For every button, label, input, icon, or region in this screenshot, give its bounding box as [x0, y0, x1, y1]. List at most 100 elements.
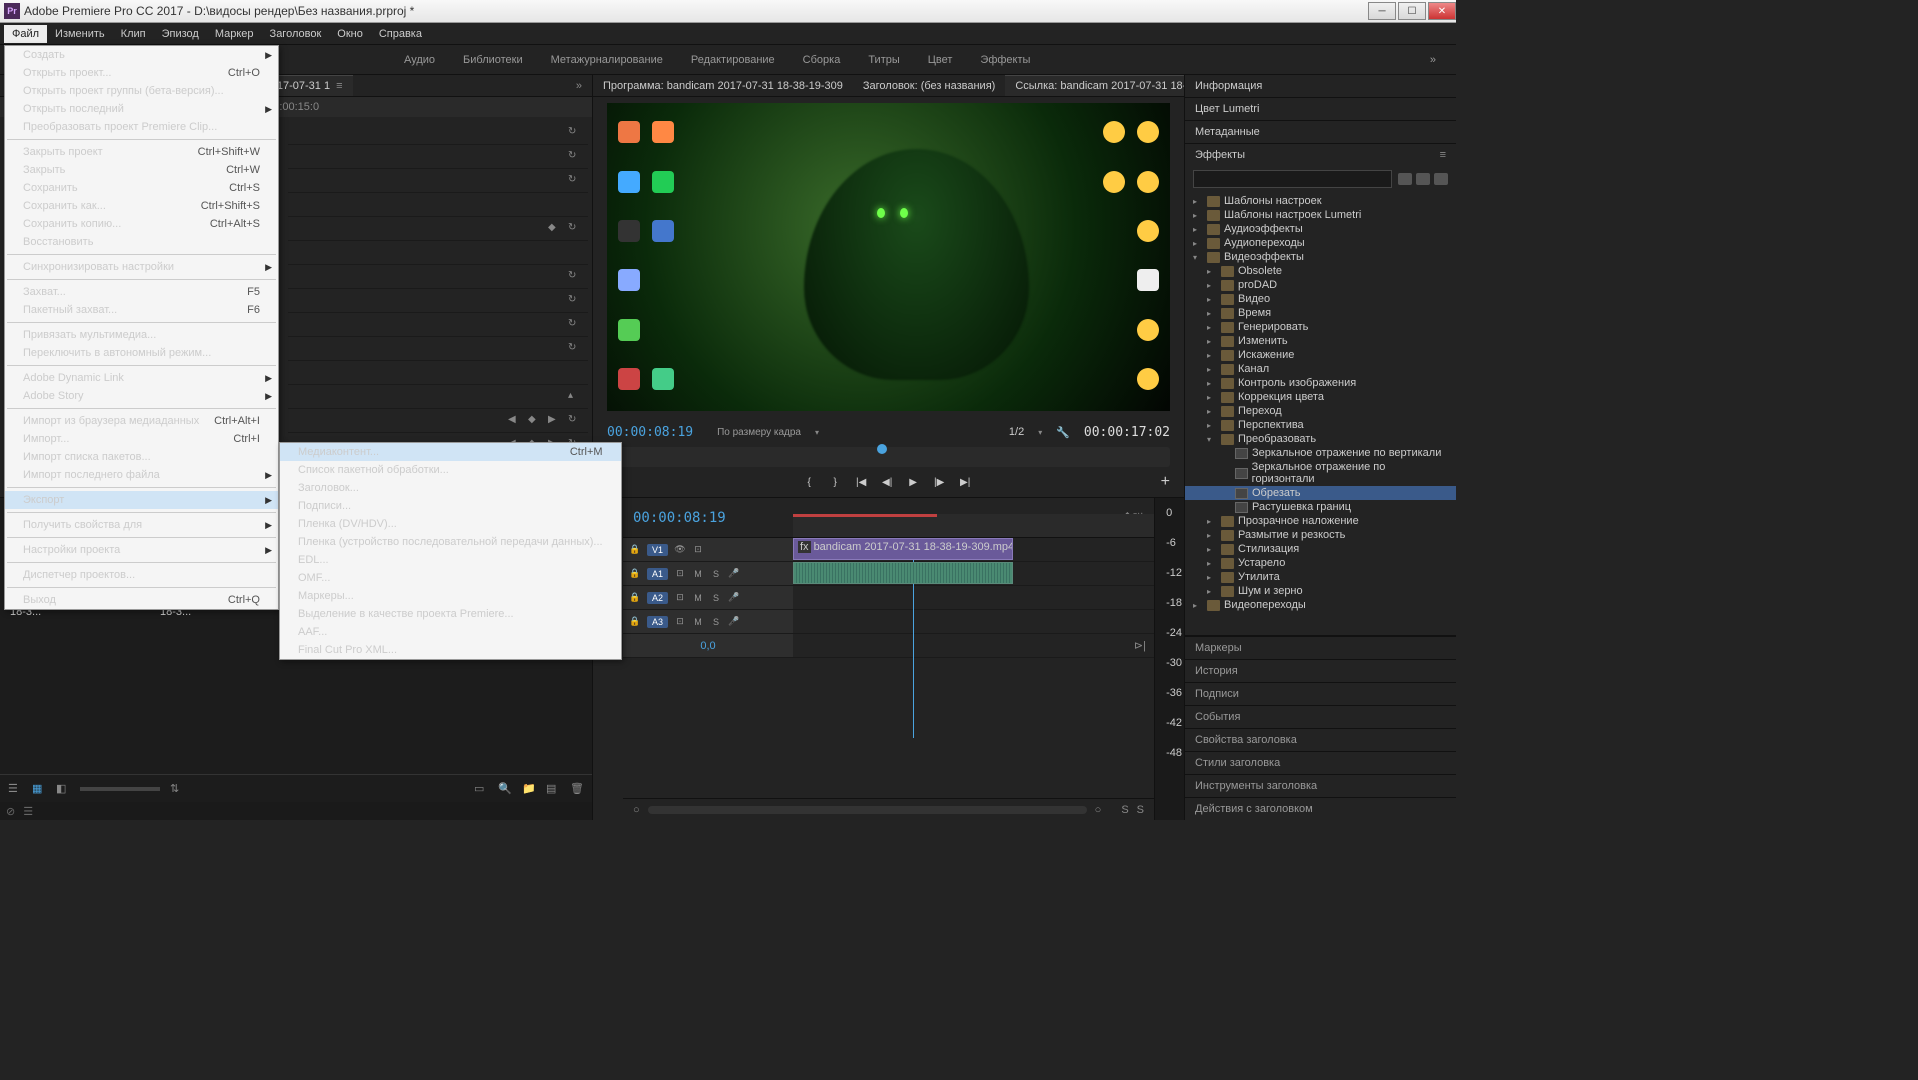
lock-icon[interactable]: 🔒 [629, 616, 641, 628]
effect-folder[interactable]: ▾Видеоэффекты [1185, 250, 1456, 264]
menu-edit[interactable]: Изменить [47, 25, 113, 43]
panel-tab[interactable]: Стили заголовка [1185, 751, 1456, 774]
effect-folder[interactable]: ▸Аудиопереходы [1185, 236, 1456, 250]
thumbnail-size-slider[interactable] [80, 787, 160, 791]
find-icon[interactable]: 🔍 [498, 782, 512, 796]
menu-item[interactable]: Открыть проект...Ctrl+O [5, 64, 278, 82]
effect-folder[interactable]: ▸Шаблоны настроек [1185, 194, 1456, 208]
workspace-metalogging[interactable]: Метажурналирование [537, 48, 677, 72]
step-forward-icon[interactable]: |▶ [931, 474, 947, 490]
effect-folder[interactable]: ▸Видео [1185, 292, 1456, 306]
tab-lumetri-color[interactable]: Цвет Lumetri [1185, 98, 1456, 120]
chevron-down-icon[interactable]: ▾ [815, 428, 819, 437]
list-view-icon[interactable]: ☰ [8, 782, 22, 796]
menu-item[interactable]: Открыть проект группы (бета-версия)... [5, 82, 278, 100]
workspace-overflow-icon[interactable]: » [1420, 54, 1446, 66]
menu-item[interactable]: Закрыть проектCtrl+Shift+W [5, 143, 278, 161]
tab-title[interactable]: Заголовок: (без названия) [853, 76, 1005, 96]
effect-folder[interactable]: ▸Искажение [1185, 348, 1456, 362]
fx-type-icon[interactable] [1398, 173, 1412, 185]
tab-effects[interactable]: Эффекты≡ [1185, 144, 1456, 166]
menu-item[interactable]: Открыть последний▶ [5, 100, 278, 118]
menu-item[interactable]: Получить свойства для▶ [5, 516, 278, 534]
new-item-icon[interactable]: ▤ [546, 782, 560, 796]
new-bin-icon[interactable]: 📁 [522, 782, 536, 796]
effect-folder[interactable]: ▸Время [1185, 306, 1456, 320]
current-timecode[interactable]: 00:00:08:19 [607, 425, 693, 440]
menu-title[interactable]: Заголовок [262, 25, 330, 43]
timeline-timecode[interactable]: 00:00:08:19 [633, 510, 726, 526]
fit-dropdown[interactable]: По размеру кадра [717, 427, 801, 438]
effect-folder[interactable]: ▸Коррекция цвета [1185, 390, 1456, 404]
workspace-audio[interactable]: Аудио [390, 48, 449, 72]
solo-button[interactable]: S [710, 568, 722, 580]
menu-window[interactable]: Окно [329, 25, 371, 43]
fx-type-icon[interactable] [1434, 173, 1448, 185]
menu-item[interactable]: Захват...F5 [5, 283, 278, 301]
effect-folder[interactable]: ▸Видеопереходы [1185, 598, 1456, 612]
effect-item[interactable]: Обрезать [1185, 486, 1456, 500]
zoom-out-icon[interactable]: ○ [633, 804, 640, 816]
loop-icon[interactable]: ↻ [568, 318, 582, 332]
menu-item[interactable]: СохранитьCtrl+S [5, 179, 278, 197]
track-header-a3[interactable]: 🔒 A3 ⊡ M S 🎤 [623, 610, 793, 634]
panel-tab[interactable]: Подписи [1185, 682, 1456, 705]
delete-icon[interactable]: 🗑 [570, 782, 584, 796]
menu-item[interactable]: Импорт списка пакетов... [5, 448, 278, 466]
tab-metadata[interactable]: Метаданные [1185, 121, 1456, 143]
menu-item[interactable]: Синхронизировать настройки▶ [5, 258, 278, 276]
loop-icon[interactable]: ↻ [568, 270, 582, 284]
mute-button[interactable]: M [692, 592, 704, 604]
menu-item[interactable]: Настройки проекта▶ [5, 541, 278, 559]
tab-program[interactable]: Программа: bandicam 2017-07-31 18-38-19-… [593, 76, 853, 96]
menu-marker[interactable]: Маркер [207, 25, 262, 43]
zoom-level[interactable]: 1/2 [1009, 426, 1024, 438]
sync-lock-icon[interactable]: ⊡ [674, 592, 686, 604]
effect-folder[interactable]: ▸Контроль изображения [1185, 376, 1456, 390]
effect-folder[interactable]: ▸Канал [1185, 362, 1456, 376]
mute-button[interactable]: M [692, 616, 704, 628]
effect-item[interactable]: Зеркальное отражение по вертикали [1185, 446, 1456, 460]
workspace-editing[interactable]: Редактирование [677, 48, 789, 72]
panel-tab[interactable]: Инструменты заголовка [1185, 774, 1456, 797]
effect-folder[interactable]: ▸Шаблоны настроек Lumetri [1185, 208, 1456, 222]
mic-icon[interactable]: 🎤 [728, 568, 740, 580]
loop-icon[interactable]: ↻ [568, 294, 582, 308]
workspace-libraries[interactable]: Библиотеки [449, 48, 537, 72]
audio-clip[interactable] [793, 562, 1013, 584]
fx-type-icon[interactable] [1416, 173, 1430, 185]
menu-item[interactable]: Сохранить как...Ctrl+Shift+S [5, 197, 278, 215]
mark-out-icon[interactable]: } [827, 474, 843, 490]
tab-info[interactable]: Информация [1185, 75, 1456, 97]
freeform-view-icon[interactable]: ◧ [56, 782, 70, 796]
loop-icon[interactable]: ↻ [568, 342, 582, 356]
loop-icon[interactable]: ↻ [568, 126, 582, 140]
effect-folder[interactable]: ▸Переход [1185, 404, 1456, 418]
panel-tab[interactable]: Маркеры [1185, 636, 1456, 659]
overwrite-icon[interactable]: ⊳| [1134, 639, 1146, 652]
effect-folder[interactable]: ▸Перспектива [1185, 418, 1456, 432]
mute-button[interactable]: M [692, 568, 704, 580]
panel-menu-icon[interactable]: ≡ [1440, 149, 1446, 161]
add-icon[interactable]: + [1161, 473, 1170, 491]
program-scrubber[interactable] [607, 447, 1170, 467]
solo-toggle[interactable]: S [1121, 804, 1128, 816]
eye-icon[interactable]: 👁 [674, 544, 686, 556]
panel-tab[interactable]: История [1185, 659, 1456, 682]
timeline-content[interactable]: fxbandicam 2017-07-31 18-38-19-309.mp4 [… [793, 538, 1154, 658]
menu-item[interactable]: ВыходCtrl+Q [5, 591, 278, 609]
close-button[interactable]: ✕ [1428, 2, 1456, 20]
go-to-out-icon[interactable]: ▶| [957, 474, 973, 490]
effects-search-input[interactable] [1193, 170, 1392, 188]
menu-item[interactable]: Преобразовать проект Premiere Clip... [5, 118, 278, 136]
effect-folder[interactable]: ▸Шум и зерно [1185, 584, 1456, 598]
effect-folder[interactable]: ▸Изменить [1185, 334, 1456, 348]
menu-item[interactable]: ЗакрытьCtrl+W [5, 161, 278, 179]
menu-item[interactable]: Импорт последнего файла▶ [5, 466, 278, 484]
icon-view-icon[interactable]: ▦ [32, 782, 46, 796]
menu-help[interactable]: Справка [371, 25, 430, 43]
effect-folder[interactable]: ▸Аудиоэффекты [1185, 222, 1456, 236]
automate-icon[interactable]: ▭ [474, 782, 488, 796]
track-header-v1[interactable]: 🔒 V1 👁 ⊡ [623, 538, 793, 562]
lock-icon[interactable]: 🔒 [629, 592, 641, 604]
